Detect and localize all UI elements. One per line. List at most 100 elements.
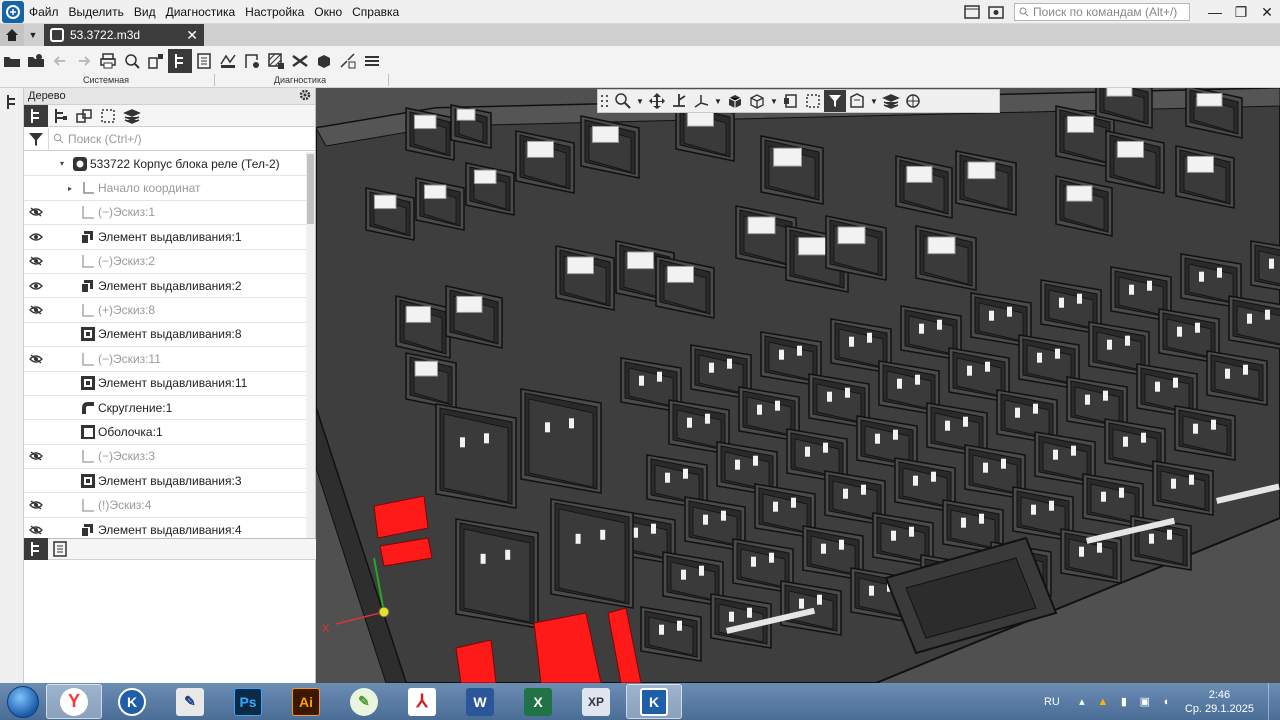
eye-hidden-icon[interactable] <box>24 249 48 273</box>
clock[interactable]: 2:46 Ср. 29.1.2025 <box>1185 688 1254 716</box>
menu-view[interactable]: Вид <box>129 0 161 24</box>
warning-icon[interactable]: ▲ <box>1095 694 1111 710</box>
selection-filter-icon[interactable] <box>96 105 120 127</box>
tree-panel-toggle-icon[interactable] <box>168 49 192 73</box>
taskbar-photoshop[interactable]: Ps <box>220 684 276 719</box>
open-folder-icon[interactable] <box>0 49 24 73</box>
eye-hidden-icon[interactable] <box>24 518 48 538</box>
device-icon[interactable]: ▣ <box>1137 694 1153 710</box>
print-icon[interactable] <box>96 49 120 73</box>
tab-tree-icon[interactable] <box>24 538 48 560</box>
diag-compare-icon[interactable] <box>360 49 384 73</box>
tab-close-icon[interactable]: ✕ <box>186 27 198 44</box>
model-viewport[interactable]: X <box>316 88 1280 683</box>
tab-properties-icon[interactable] <box>48 538 72 560</box>
kompas-logo-icon[interactable] <box>2 0 24 23</box>
eye-visible-icon[interactable] <box>24 225 48 249</box>
network-icon[interactable]: ▮ <box>1116 694 1132 710</box>
display-mode-dropdown-icon[interactable]: ▼ <box>768 97 780 106</box>
tree-row[interactable]: Элемент выдавливания:11 <box>24 372 307 396</box>
taskbar-acrobat[interactable]: ⅄ <box>394 684 450 719</box>
document-tab[interactable]: 53.3722.m3d ✕ <box>44 24 204 46</box>
properties-panel-icon[interactable] <box>192 49 216 73</box>
tree-row[interactable]: (−)Эскиз:11 <box>24 347 307 372</box>
tree-row[interactable]: (−)Эскиз:2 <box>24 250 307 274</box>
zoom-dropdown-icon[interactable]: ▼ <box>634 97 646 106</box>
tree-search-input[interactable]: Поиск (Ctrl+/) <box>48 127 315 150</box>
open-recent-icon[interactable] <box>24 49 48 73</box>
menu-select[interactable]: Выделить <box>64 0 129 24</box>
zoom-icon[interactable] <box>612 90 634 112</box>
tree-row[interactable]: (+)Эскиз:8 <box>24 298 307 323</box>
layers-view-icon[interactable] <box>880 90 902 112</box>
eye-hidden-icon[interactable] <box>24 444 48 468</box>
expand-toggle-icon[interactable]: ▾ <box>60 159 68 168</box>
pan-icon[interactable] <box>646 90 668 112</box>
eye-hidden-icon[interactable] <box>24 493 48 517</box>
preview-icon[interactable] <box>120 49 144 73</box>
tree-row[interactable]: ▸ Начало координат <box>24 176 307 201</box>
tree-row[interactable]: ▾ 533722 Корпус блока реле (Тел-2) <box>24 152 307 177</box>
build-tree-icon[interactable] <box>24 104 48 127</box>
show-desktop-button[interactable] <box>1268 683 1280 720</box>
show-hidden-icons-icon[interactable]: ▴ <box>1074 694 1090 710</box>
close-icon[interactable]: ✕ <box>1254 1 1280 23</box>
volume-icon[interactable]: ◖ <box>1158 694 1174 710</box>
layers-icon[interactable] <box>120 105 144 127</box>
menu-diagnostics[interactable]: Диагностика <box>161 0 241 24</box>
select-frame-icon[interactable] <box>802 90 824 112</box>
diag-measure-icon[interactable] <box>336 49 360 73</box>
taskbar-pen-app[interactable]: ✎ <box>162 684 218 719</box>
home-icon[interactable] <box>0 24 24 46</box>
filter-icon[interactable] <box>24 127 48 151</box>
diag-hatch-icon[interactable] <box>264 49 288 73</box>
layout-icon[interactable] <box>960 1 984 23</box>
eye-visible-icon[interactable] <box>24 274 48 298</box>
orientation-dropdown-icon[interactable]: ▼ <box>712 97 724 106</box>
diag-check-icon[interactable] <box>216 49 240 73</box>
tree-row[interactable]: Элемент выдавливания:2 <box>24 274 307 299</box>
eye-hidden-icon[interactable] <box>24 200 48 224</box>
start-button[interactable] <box>0 683 46 720</box>
taskbar-yandex[interactable]: Y <box>46 684 102 719</box>
filter-objects-icon[interactable] <box>824 90 846 112</box>
tree-row[interactable]: Элемент выдавливания:1 <box>24 225 307 250</box>
diag-body-icon[interactable] <box>312 49 336 73</box>
diag-sketch-icon[interactable] <box>240 49 264 73</box>
tree-scrollbar-thumb[interactable] <box>307 154 314 224</box>
menu-window[interactable]: Окно <box>309 0 347 24</box>
taskbar-kompas-active[interactable]: K <box>626 684 682 719</box>
tree-scrollbar[interactable] <box>306 152 315 538</box>
menu-settings[interactable]: Настройка <box>240 0 309 24</box>
tree-row[interactable]: (!)Эскиз:4 <box>24 493 307 518</box>
tree-row[interactable]: Скругление:1 <box>24 396 307 421</box>
undo-icon[interactable] <box>48 49 72 73</box>
relay-housing-3d-model[interactable]: X <box>316 88 1280 683</box>
diag-intersect-icon[interactable] <box>288 49 312 73</box>
structure-tree-icon[interactable] <box>48 105 72 127</box>
minimize-icon[interactable]: — <box>1202 1 1228 23</box>
language-indicator[interactable]: RU <box>1044 696 1060 708</box>
taskbar-x-app[interactable]: XP <box>568 684 624 719</box>
taskbar-inkscape[interactable]: ✎ <box>336 684 392 719</box>
expand-toggle-icon[interactable]: ▸ <box>68 184 76 193</box>
restore-icon[interactable]: ❐ <box>1228 1 1254 23</box>
command-search-input[interactable]: Поиск по командам (Alt+/) <box>1014 3 1190 21</box>
tree-row[interactable]: (−)Эскиз:1 <box>24 200 307 226</box>
menu-file[interactable]: Файл <box>24 0 64 24</box>
tree-row[interactable]: Элемент выдавливания:8 <box>24 323 307 348</box>
gear-icon[interactable] <box>299 89 311 104</box>
section-view-icon[interactable] <box>780 90 802 112</box>
export-icon[interactable] <box>144 49 168 73</box>
orientation-icon[interactable] <box>690 90 712 112</box>
taskbar-word[interactable]: W <box>452 684 508 719</box>
shaded-view-icon[interactable] <box>724 90 746 112</box>
visibility-icon[interactable] <box>846 90 868 112</box>
wireframe-view-icon[interactable] <box>746 90 768 112</box>
tabs-dropdown-icon[interactable]: ▼ <box>24 24 42 46</box>
eye-hidden-icon[interactable] <box>24 298 48 322</box>
tree-sidebar-icon[interactable] <box>0 90 24 114</box>
tree-row[interactable]: Элемент выдавливания:4 <box>24 518 307 538</box>
relations-icon[interactable] <box>72 105 96 127</box>
taskbar-excel[interactable]: X <box>510 684 566 719</box>
